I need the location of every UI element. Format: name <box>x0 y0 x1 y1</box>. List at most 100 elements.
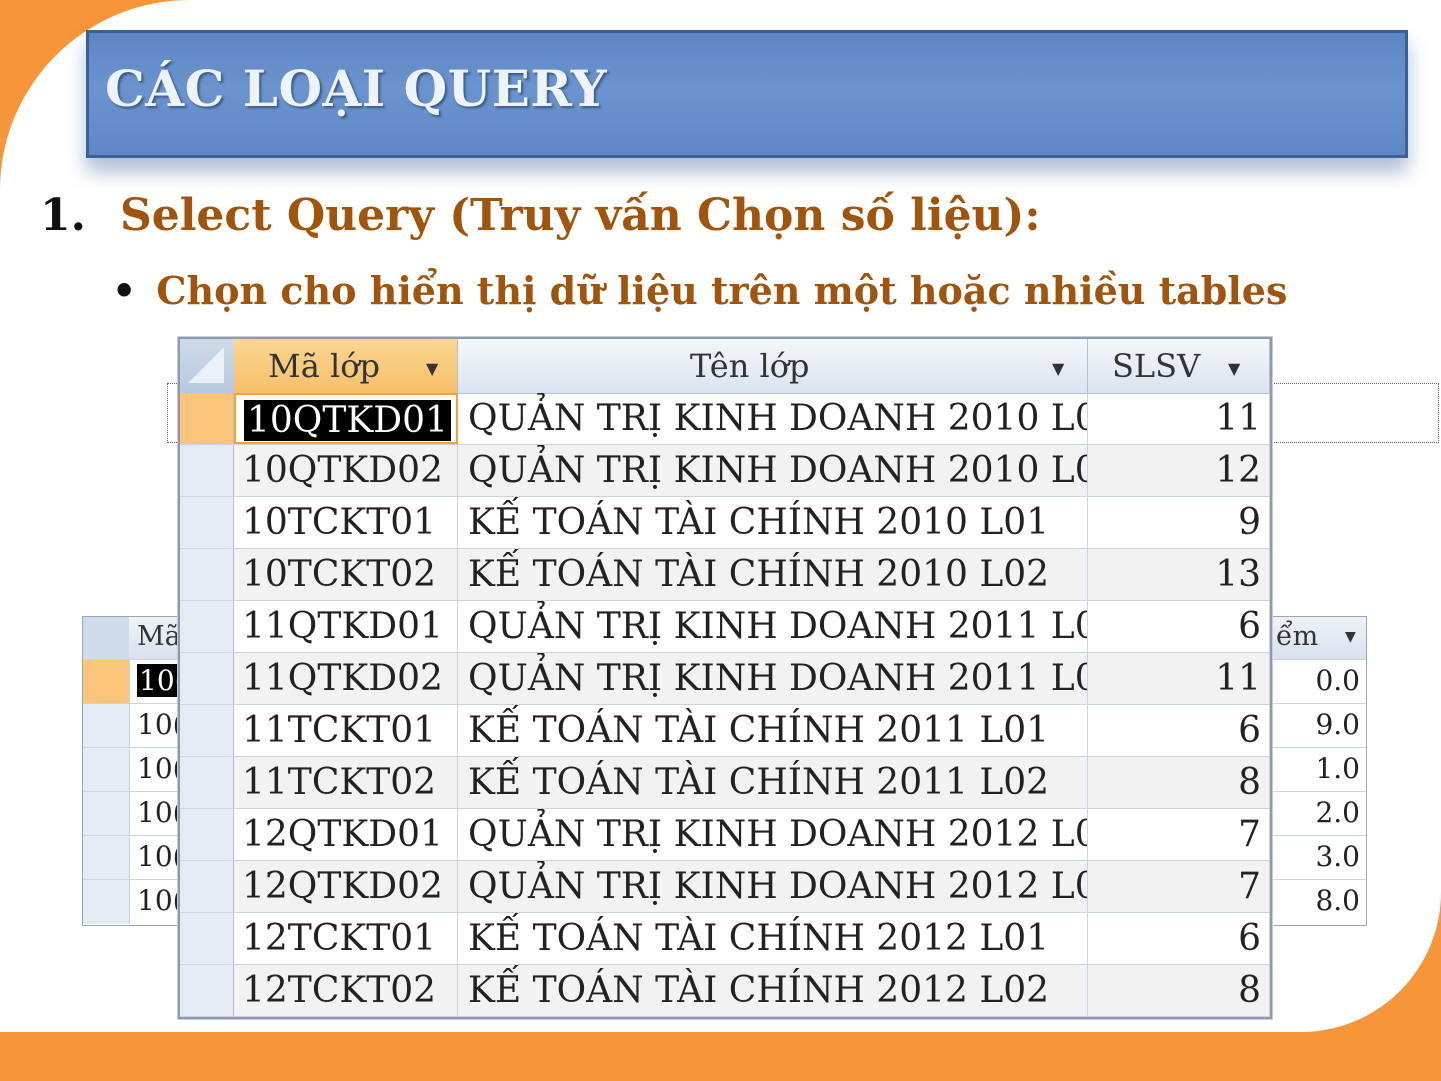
cell-slsv[interactable]: 7 <box>1088 861 1270 912</box>
cell-ma-lop-text: 10QTKD02 <box>242 450 443 491</box>
cell-ma-lop[interactable]: 11QTKD01 <box>234 601 458 652</box>
cell-ten-lop[interactable]: QUẢN TRỊ KINH DOANH 2012 L02 <box>458 861 1088 912</box>
cell-ten-lop[interactable]: QUẢN TRỊ KINH DOANH 2011 L01 <box>458 601 1088 652</box>
cell-ma-lop-text: 11QTKD01 <box>242 606 443 647</box>
row-selector[interactable] <box>83 748 130 792</box>
cell-ten-lop[interactable]: QUẢN TRỊ KINH DOANH 2011 L02 <box>458 653 1088 704</box>
row-selector[interactable] <box>180 653 234 704</box>
dropdown-arrow-icon[interactable]: ▼ <box>426 359 438 378</box>
column-header-ten-lop[interactable]: Tên lớp ▼ <box>458 339 1088 393</box>
cell-ma-lop[interactable]: 11QTKD02 <box>234 653 458 704</box>
row-selector[interactable] <box>180 549 234 600</box>
row-selector[interactable] <box>180 809 234 860</box>
cell-ma-lop[interactable]: 11TCKT02 <box>234 757 458 808</box>
cell-ma-lop-text: 10TCKT02 <box>242 554 437 595</box>
cell-ten-lop[interactable]: KẾ TOÁN TÀI CHÍNH 2011 L02 <box>458 757 1088 808</box>
cell-slsv[interactable]: 6 <box>1088 913 1270 964</box>
cell-slsv[interactable]: 8 <box>1088 757 1270 808</box>
row-selector[interactable] <box>180 861 234 912</box>
table-row[interactable]: 11TCKT01 KẾ TOÁN TÀI CHÍNH 2011 L01 6 <box>180 705 1270 757</box>
table-row[interactable]: 10QTKD01 QUẢN TRỊ KINH DOANH 2010 L01 11 <box>180 393 1270 445</box>
row-selector[interactable] <box>83 704 130 748</box>
cell-slsv[interactable]: 11 <box>1088 393 1270 444</box>
title-banner: CÁC LOẠI QUERY <box>86 30 1408 158</box>
cell-ma-lop-text: 12QTKD02 <box>242 866 443 907</box>
bullet-item: • Chọn cho hiển thị dữ liệu trên một hoặc… <box>112 268 1287 313</box>
column-header-label: SLSV <box>1112 347 1201 385</box>
table-row[interactable]: 12QTKD02 QUẢN TRỊ KINH DOANH 2012 L02 7 <box>180 861 1270 913</box>
cell-ten-lop[interactable]: QUẢN TRỊ KINH DOANH 2010 L02 <box>458 445 1088 496</box>
cell-slsv[interactable]: 11 <box>1088 653 1270 704</box>
row-selector[interactable] <box>180 913 234 964</box>
cell-ten-lop[interactable]: QUẢN TRỊ KINH DOANH 2012 L01 <box>458 809 1088 860</box>
back-row-score: 2.0 <box>1315 796 1360 829</box>
class-datasheet: Mã lớp ▼ Tên lớp ▼ SLSV ▼ 10QTKD01 QUẢN … <box>178 337 1272 1019</box>
back-select-all-corner[interactable] <box>83 617 129 659</box>
row-selector[interactable] <box>180 601 234 652</box>
row-selector[interactable] <box>180 965 234 1016</box>
table-row[interactable]: 12QTKD01 QUẢN TRỊ KINH DOANH 2012 L01 7 <box>180 809 1270 861</box>
back-column-header-left[interactable]: Mã <box>137 621 181 652</box>
cell-ten-lop[interactable]: KẾ TOÁN TÀI CHÍNH 2011 L01 <box>458 705 1088 756</box>
table-row[interactable]: 10TCKT02 KẾ TOÁN TÀI CHÍNH 2010 L02 13 <box>180 549 1270 601</box>
cell-slsv[interactable]: 6 <box>1088 601 1270 652</box>
column-header-ma-lop[interactable]: Mã lớp ▼ <box>234 339 458 393</box>
cell-slsv[interactable]: 8 <box>1088 965 1270 1016</box>
row-selector[interactable] <box>83 880 130 924</box>
cell-ten-lop[interactable]: KẾ TOÁN TÀI CHÍNH 2010 L01 <box>458 497 1088 548</box>
table-row[interactable]: 11QTKD02 QUẢN TRỊ KINH DOANH 2011 L02 11 <box>180 653 1270 705</box>
cell-ma-lop-text: 12TCKT02 <box>242 970 437 1011</box>
table-row[interactable]: 10QTKD02 QUẢN TRỊ KINH DOANH 2010 L02 12 <box>180 445 1270 497</box>
cell-ma-lop[interactable]: 12QTKD02 <box>234 861 458 912</box>
cell-slsv[interactable]: 9 <box>1088 497 1270 548</box>
cell-ma-lop[interactable]: 12TCKT02 <box>234 965 458 1016</box>
datasheet-header: Mã lớp ▼ Tên lớp ▼ SLSV ▼ <box>180 339 1270 394</box>
cell-ma-lop[interactable]: 10QTKD01 <box>234 393 458 444</box>
column-header-slsv[interactable]: SLSV ▼ <box>1088 339 1270 393</box>
back-column-header-right[interactable]: ểm <box>1276 621 1318 652</box>
cell-ma-lop[interactable]: 10QTKD02 <box>234 445 458 496</box>
column-header-label: Tên lớp <box>690 347 810 385</box>
table-row[interactable]: 12TCKT01 KẾ TOÁN TÀI CHÍNH 2012 L01 6 <box>180 913 1270 965</box>
cell-ma-lop[interactable]: 10TCKT02 <box>234 549 458 600</box>
back-row-code: 10( <box>137 884 184 917</box>
back-row-code: 10( <box>137 840 184 873</box>
cell-ten-lop[interactable]: KẾ TOÁN TÀI CHÍNH 2012 L01 <box>458 913 1088 964</box>
dropdown-arrow-icon[interactable]: ▼ <box>1052 359 1064 378</box>
select-all-corner[interactable] <box>180 339 234 393</box>
back-row-score: 1.0 <box>1315 752 1360 785</box>
cell-ma-lop[interactable]: 12TCKT01 <box>234 913 458 964</box>
heading-number: 1. <box>40 190 86 241</box>
row-selector[interactable] <box>83 836 130 880</box>
dropdown-arrow-icon[interactable]: ▼ <box>1228 359 1240 378</box>
cell-slsv[interactable]: 12 <box>1088 445 1270 496</box>
row-selector[interactable] <box>180 445 234 496</box>
cell-ma-lop-text: 10QTKD01 <box>244 400 451 441</box>
row-selector[interactable] <box>180 705 234 756</box>
cell-ten-lop[interactable]: KẾ TOÁN TÀI CHÍNH 2012 L02 <box>458 965 1088 1016</box>
back-row-code: 10( <box>137 796 184 829</box>
back-row-score: 3.0 <box>1315 840 1360 873</box>
cell-slsv[interactable]: 7 <box>1088 809 1270 860</box>
cell-ma-lop-text: 11TCKT02 <box>242 762 437 803</box>
row-selector[interactable] <box>83 792 130 836</box>
cell-slsv[interactable]: 6 <box>1088 705 1270 756</box>
table-row[interactable]: 11QTKD01 QUẢN TRỊ KINH DOANH 2011 L01 6 <box>180 601 1270 653</box>
row-selector[interactable] <box>180 393 234 444</box>
table-row[interactable]: 10TCKT01 KẾ TOÁN TÀI CHÍNH 2010 L01 9 <box>180 497 1270 549</box>
cell-ma-lop[interactable]: 12QTKD01 <box>234 809 458 860</box>
cell-slsv[interactable]: 13 <box>1088 549 1270 600</box>
row-selector[interactable] <box>180 757 234 808</box>
cell-ma-lop[interactable]: 10TCKT01 <box>234 497 458 548</box>
dropdown-arrow-icon[interactable]: ▼ <box>1345 629 1356 645</box>
table-row[interactable]: 12TCKT02 KẾ TOÁN TÀI CHÍNH 2012 L02 8 <box>180 965 1270 1017</box>
section-heading: 1. Select Query (Truy vấn Chọn số liệu): <box>40 190 1041 241</box>
cell-ma-lop[interactable]: 11TCKT01 <box>234 705 458 756</box>
back-row-score: 0.0 <box>1315 664 1360 697</box>
bullet-text: Chọn cho hiển thị dữ liệu trên một hoặc … <box>156 268 1288 313</box>
row-selector[interactable] <box>83 660 130 704</box>
table-row[interactable]: 11TCKT02 KẾ TOÁN TÀI CHÍNH 2011 L02 8 <box>180 757 1270 809</box>
row-selector[interactable] <box>180 497 234 548</box>
cell-ten-lop[interactable]: KẾ TOÁN TÀI CHÍNH 2010 L02 <box>458 549 1088 600</box>
cell-ten-lop[interactable]: QUẢN TRỊ KINH DOANH 2010 L01 <box>458 393 1088 444</box>
